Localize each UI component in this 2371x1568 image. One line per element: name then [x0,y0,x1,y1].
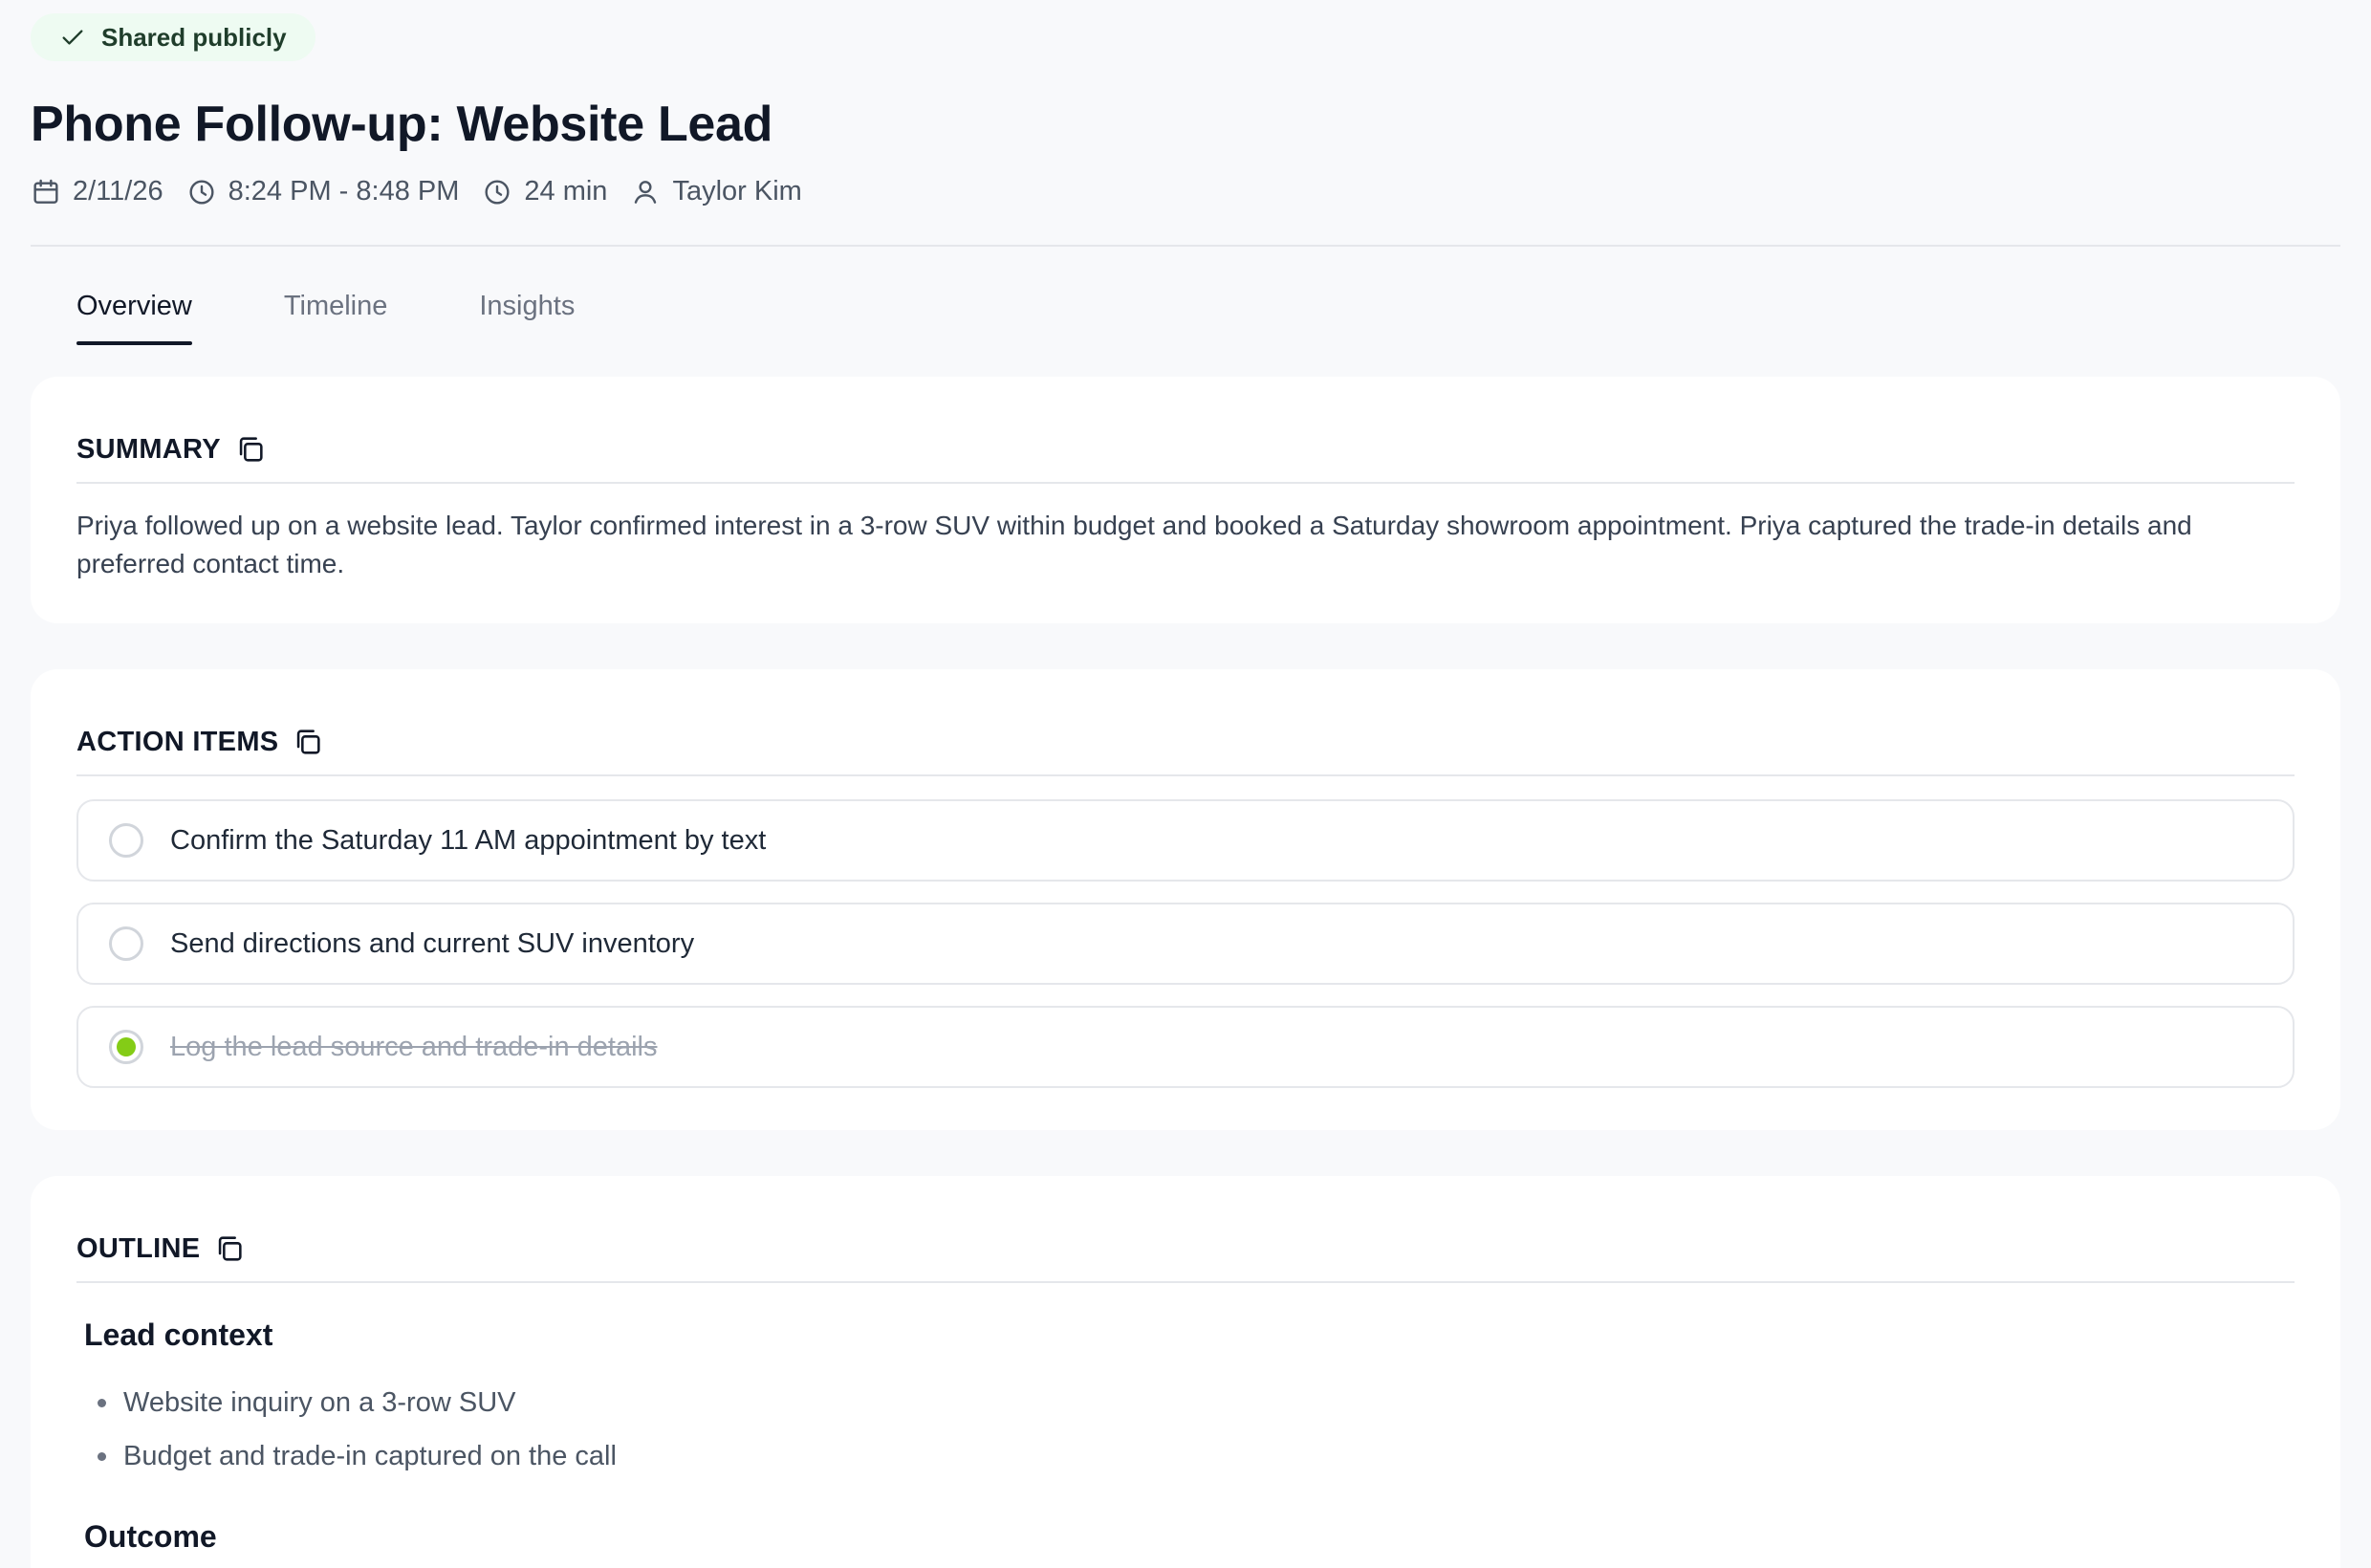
meta-date: 2/11/26 [31,176,163,207]
action-items-list: Confirm the Saturday 11 AM appointment b… [76,799,2295,1088]
outline-body: Lead context Website inquiry on a 3-row … [76,1318,2295,1555]
outline-bullet-text: Website inquiry on a 3-row SUV [123,1387,516,1418]
copy-icon[interactable] [292,726,324,758]
summary-card: SUMMARY Priya followed up on a website l… [31,377,2340,623]
calendar-icon [33,179,58,204]
meta-time-text: 8:24 PM - 8:48 PM [228,176,460,207]
checked-dot [117,1037,136,1056]
bullet-dot [98,1451,106,1461]
outline-heading: OUTLINE [76,1232,201,1264]
copy-icon[interactable] [213,1232,246,1265]
copy-icon[interactable] [234,433,267,466]
action-item-radio[interactable] [109,823,143,858]
action-items-heading: ACTION ITEMS [76,726,279,757]
meta-row: 2/11/26 8:24 PM - 8:48 PM 24 min Taylor … [31,176,802,207]
summary-heading: SUMMARY [76,433,221,465]
action-item-radio-checked[interactable] [109,1030,143,1064]
outline-bullet: Website inquiry on a 3-row SUV [84,1376,2295,1429]
action-item-radio[interactable] [109,926,143,961]
shared-publicly-badge[interactable]: Shared publicly [31,13,315,61]
action-items-header: ACTION ITEMS [76,709,2295,776]
outline-section-title: Outcome [84,1519,217,1554]
tab-insights[interactable]: Insights [479,291,575,345]
tab-timeline[interactable]: Timeline [284,291,388,345]
tab-bar: Overview Timeline Insights [76,291,575,345]
meta-contact-text: Taylor Kim [672,176,802,207]
outline-bullet-text: Budget and trade-in captured on the call [123,1441,617,1471]
summary-header: SUMMARY [76,417,2295,484]
bullet-dot [98,1398,106,1407]
header-divider [31,245,2340,247]
meta-duration-text: 24 min [524,176,608,207]
clock-icon [189,179,214,205]
user-icon [635,180,657,204]
action-item-text: Confirm the Saturday 11 AM appointment b… [170,824,767,856]
tab-overview[interactable]: Overview [76,291,192,345]
action-item-text: Log the lead source and trade-in details [170,1031,658,1062]
clock-icon [485,179,510,205]
meta-duration: 24 min [482,176,607,207]
page-title: Phone Follow-up: Website Lead [31,97,773,152]
shared-publicly-label: Shared publicly [101,22,287,52]
meta-date-text: 2/11/26 [73,176,163,207]
action-item-text: Send directions and current SUV inventor… [170,927,695,959]
summary-text: Priya followed up on a website lead. Tay… [76,511,2192,578]
action-item-completed[interactable]: Log the lead source and trade-in details [76,1006,2295,1088]
action-item[interactable]: Confirm the Saturday 11 AM appointment b… [76,799,2295,882]
meta-time: 8:24 PM - 8:48 PM [186,176,460,207]
check-icon [62,30,83,45]
outline-bullet-list: Website inquiry on a 3-row SUV Budget an… [84,1376,2295,1483]
outline-section-title: Lead context [84,1318,273,1352]
action-item[interactable]: Send directions and current SUV inventor… [76,903,2295,985]
outline-header: OUTLINE [76,1216,2295,1283]
outline-card: OUTLINE Lead context Website inquiry on … [31,1176,2340,1568]
action-items-card: ACTION ITEMS Confirm the Saturday 11 AM … [31,669,2340,1130]
meta-contact: Taylor Kim [630,176,802,207]
outline-bullet: Budget and trade-in captured on the call [84,1429,2295,1483]
page: Shared publicly Phone Follow-up: Website… [0,0,2371,1568]
